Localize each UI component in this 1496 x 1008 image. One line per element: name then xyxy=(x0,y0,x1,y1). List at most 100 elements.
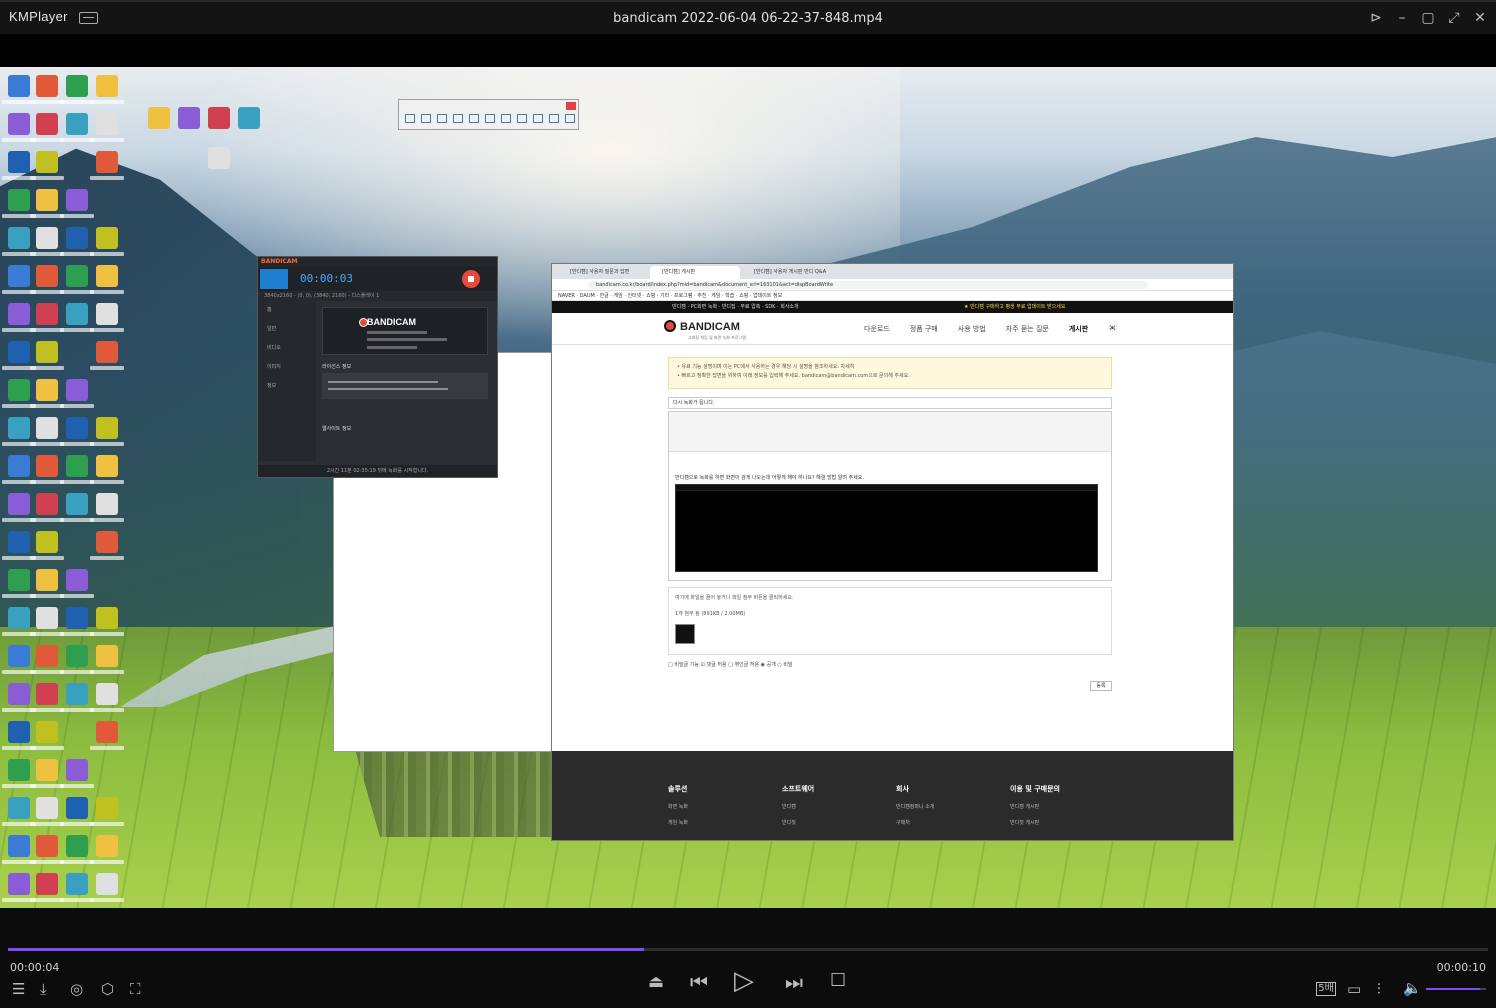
capture-tool-icon[interactable] xyxy=(405,114,415,123)
capture-tool-icon[interactable] xyxy=(533,114,543,123)
eject-icon[interactable]: ⏏ xyxy=(648,972,664,992)
desktop-shortcut-icon xyxy=(66,189,88,211)
next-icon[interactable]: ⏭ xyxy=(785,970,803,994)
browser-tab[interactable]: [반디캠] 사용자 게시판 반디 Q&A xyxy=(742,266,832,279)
bandicam-logo: BANDICAM xyxy=(367,317,416,327)
post-editor[interactable]: 반디캠으로 녹화를 하면 화면이 검게 나오는데 어떻게 해야 하나요? 해결 … xyxy=(668,411,1112,581)
capture-tool-icon[interactable] xyxy=(421,114,431,123)
desktop-shortcut-icon xyxy=(66,835,88,857)
address-bar[interactable]: bandicam.co.kr/board/index.php?mid=bandi… xyxy=(588,281,1148,289)
desktop-shortcut-icon xyxy=(8,303,30,325)
capture-tool-icon[interactable] xyxy=(453,114,463,123)
desktop-shortcut-icon xyxy=(8,341,30,363)
sidebar-item-image[interactable]: 이미지 xyxy=(258,358,316,377)
desktop-shortcut-icon xyxy=(36,645,58,667)
volume-slider[interactable] xyxy=(1426,988,1486,990)
capture-tool-icon[interactable] xyxy=(565,114,575,123)
submit-button[interactable]: 등록 xyxy=(1090,681,1112,691)
stop-icon[interactable]: ☐ xyxy=(830,970,846,991)
desktop-shortcut-icon xyxy=(96,75,118,97)
nav-howto[interactable]: 사용 방법 xyxy=(958,324,986,334)
footer-column: 솔루션 화면 녹화 게임 녹화 xyxy=(668,784,688,826)
playlist-icon[interactable]: ☰ xyxy=(12,980,25,998)
site-topbar[interactable]: 반디캠 · PC화면 녹화 · 반디집 · 무료 압축 · SDK · 회사소개 xyxy=(672,304,799,310)
nav-download[interactable]: 다운로드 xyxy=(864,324,890,334)
capture-tool-icon[interactable] xyxy=(501,114,511,123)
maximize-icon[interactable]: ▢ xyxy=(1418,8,1438,28)
desktop-shortcut-icon xyxy=(66,873,88,895)
browser-window[interactable]: [반디캠] 사용자 질문과 답변 [반디캠] 게시판 [반디캠] 사용자 게시판… xyxy=(551,263,1234,841)
footer-link[interactable]: 화면 녹화 xyxy=(668,803,688,810)
capture-icon[interactable]: ⛶ xyxy=(130,980,141,998)
footer-link[interactable]: 반디캠컴퍼니 소개 xyxy=(896,803,934,810)
site-logo[interactable]: BANDICAM xyxy=(664,320,740,333)
promo-banner[interactable]: ★ 반디캠 구매하고 평생 무료 업데이트 받으세요 xyxy=(964,301,1065,313)
site-nav: 다운로드 정품 구매 사용 방법 자주 묻는 질문 게시판 🇰🇷 xyxy=(864,324,1117,334)
close-icon[interactable]: ✕ xyxy=(1470,8,1490,28)
attachment-thumbnail[interactable] xyxy=(675,624,695,644)
download-icon[interactable]: ⤓ xyxy=(40,980,47,998)
sidebar-item-home[interactable]: 홈 xyxy=(258,301,316,320)
capture-tool-icon[interactable] xyxy=(517,114,527,123)
speed-button[interactable]: 5배 xyxy=(1316,982,1336,996)
previous-icon[interactable]: ⏮ xyxy=(690,970,708,994)
video-frame[interactable]: BANDICAM 00:00:03 3840x2160 - (0, 0), (3… xyxy=(0,67,1496,908)
subtitle-icon[interactable]: ▭ xyxy=(1347,980,1361,998)
close-icon[interactable] xyxy=(566,102,576,110)
screen-mode-icon[interactable] xyxy=(260,269,288,289)
footer-link[interactable]: 게임 녹화 xyxy=(668,819,688,826)
desktop-shortcut-icon xyxy=(96,265,118,287)
fullscreen-icon[interactable]: ⤢ xyxy=(1444,8,1464,28)
vr-icon[interactable]: ◎ xyxy=(70,980,83,998)
minimize-icon[interactable]: – xyxy=(1392,8,1412,28)
desktop-shortcut-icon xyxy=(36,493,58,515)
nav-purchase[interactable]: 정품 구매 xyxy=(910,324,938,334)
nav-language[interactable]: 🇰🇷 xyxy=(1108,324,1117,334)
bookmarks-bar[interactable]: NAVER · DAUM · 한글 · 게임 · 인터넷 · 쇼핑 · 기타 ·… xyxy=(552,291,1233,301)
equalizer-icon[interactable]: ⫶ xyxy=(1377,980,1381,998)
footer-link[interactable]: 반디컷 xyxy=(782,819,814,826)
seek-bar[interactable] xyxy=(8,948,1488,951)
footer-link[interactable]: 반디컷 게시판 xyxy=(1010,819,1060,826)
editor-toolbar[interactable] xyxy=(669,412,1111,452)
sidebar-item-general[interactable]: 일반 xyxy=(258,320,316,339)
desktop-shortcut-icon xyxy=(8,569,30,591)
sidebar-item-about[interactable]: 정보 xyxy=(258,377,316,396)
file-attach-area[interactable]: 여기에 파일을 끌어 놓거나 파일 첨부 버튼을 클릭하세요. 1개 첨부 됨 … xyxy=(668,587,1112,655)
desktop-shortcut-icon xyxy=(36,569,58,591)
desktop-shortcut-icon xyxy=(36,835,58,857)
editor-text[interactable]: 반디캠으로 녹화를 하면 화면이 검게 나오는데 어떻게 해야 하나요? 해결 … xyxy=(675,474,864,481)
pin-icon[interactable]: ⊳ xyxy=(1366,8,1386,28)
desktop-shortcut-icon xyxy=(36,113,58,135)
browser-tab[interactable]: [반디캠] 사용자 질문과 답변 xyxy=(558,266,648,279)
capture-tool-icon[interactable] xyxy=(549,114,559,123)
desktop-shortcut-icon xyxy=(8,835,30,857)
footer-link[interactable]: 반디캠 xyxy=(782,803,814,810)
capture-tool-icon[interactable] xyxy=(437,114,447,123)
desktop-shortcut-icon xyxy=(208,107,230,129)
nav-faq[interactable]: 자주 묻는 질문 xyxy=(1006,324,1049,334)
3d-icon[interactable]: ⬡ xyxy=(101,980,114,998)
desktop-shortcut-icon xyxy=(36,455,58,477)
footer-link[interactable]: 구매처 xyxy=(896,819,934,826)
capture-tool-icon[interactable] xyxy=(469,114,479,123)
site-tagline: 고화질 게임 및 화면 녹화 프로그램 xyxy=(688,335,746,340)
screen-capture-toolbar[interactable] xyxy=(398,99,579,130)
desktop-shortcut-icon xyxy=(36,151,58,173)
sidebar-item-video[interactable]: 비디오 xyxy=(258,339,316,358)
desktop-shortcut-icon xyxy=(96,455,118,477)
bandicam-window[interactable]: BANDICAM 00:00:03 3840x2160 - (0, 0), (3… xyxy=(257,256,498,478)
desktop-shortcut-icon xyxy=(96,417,118,439)
play-icon[interactable]: ▷ xyxy=(734,966,754,996)
capture-area: 3840x2160 - (0, 0), (3840, 2160) - 디스플레이… xyxy=(258,291,497,301)
post-options[interactable]: □ 비밀글 기능 ☑ 댓글 허용 □ 엮인글 허용 ◉ 공개 ○ 비밀 xyxy=(668,661,793,668)
capture-tool-icon[interactable] xyxy=(485,114,495,123)
nav-board[interactable]: 게시판 xyxy=(1069,324,1088,334)
post-title-input[interactable]: 다시 녹화가 됩니다. xyxy=(668,397,1112,409)
browser-tab-active[interactable]: [반디캠] 게시판 xyxy=(650,266,740,279)
footer-link[interactable]: 반디캠 게시판 xyxy=(1010,803,1060,810)
volume-icon[interactable]: 🔈 xyxy=(1403,979,1422,997)
stop-record-button[interactable] xyxy=(462,270,480,288)
desktop-shortcut-icon xyxy=(36,531,58,553)
desktop-shortcut-icon xyxy=(66,379,88,401)
